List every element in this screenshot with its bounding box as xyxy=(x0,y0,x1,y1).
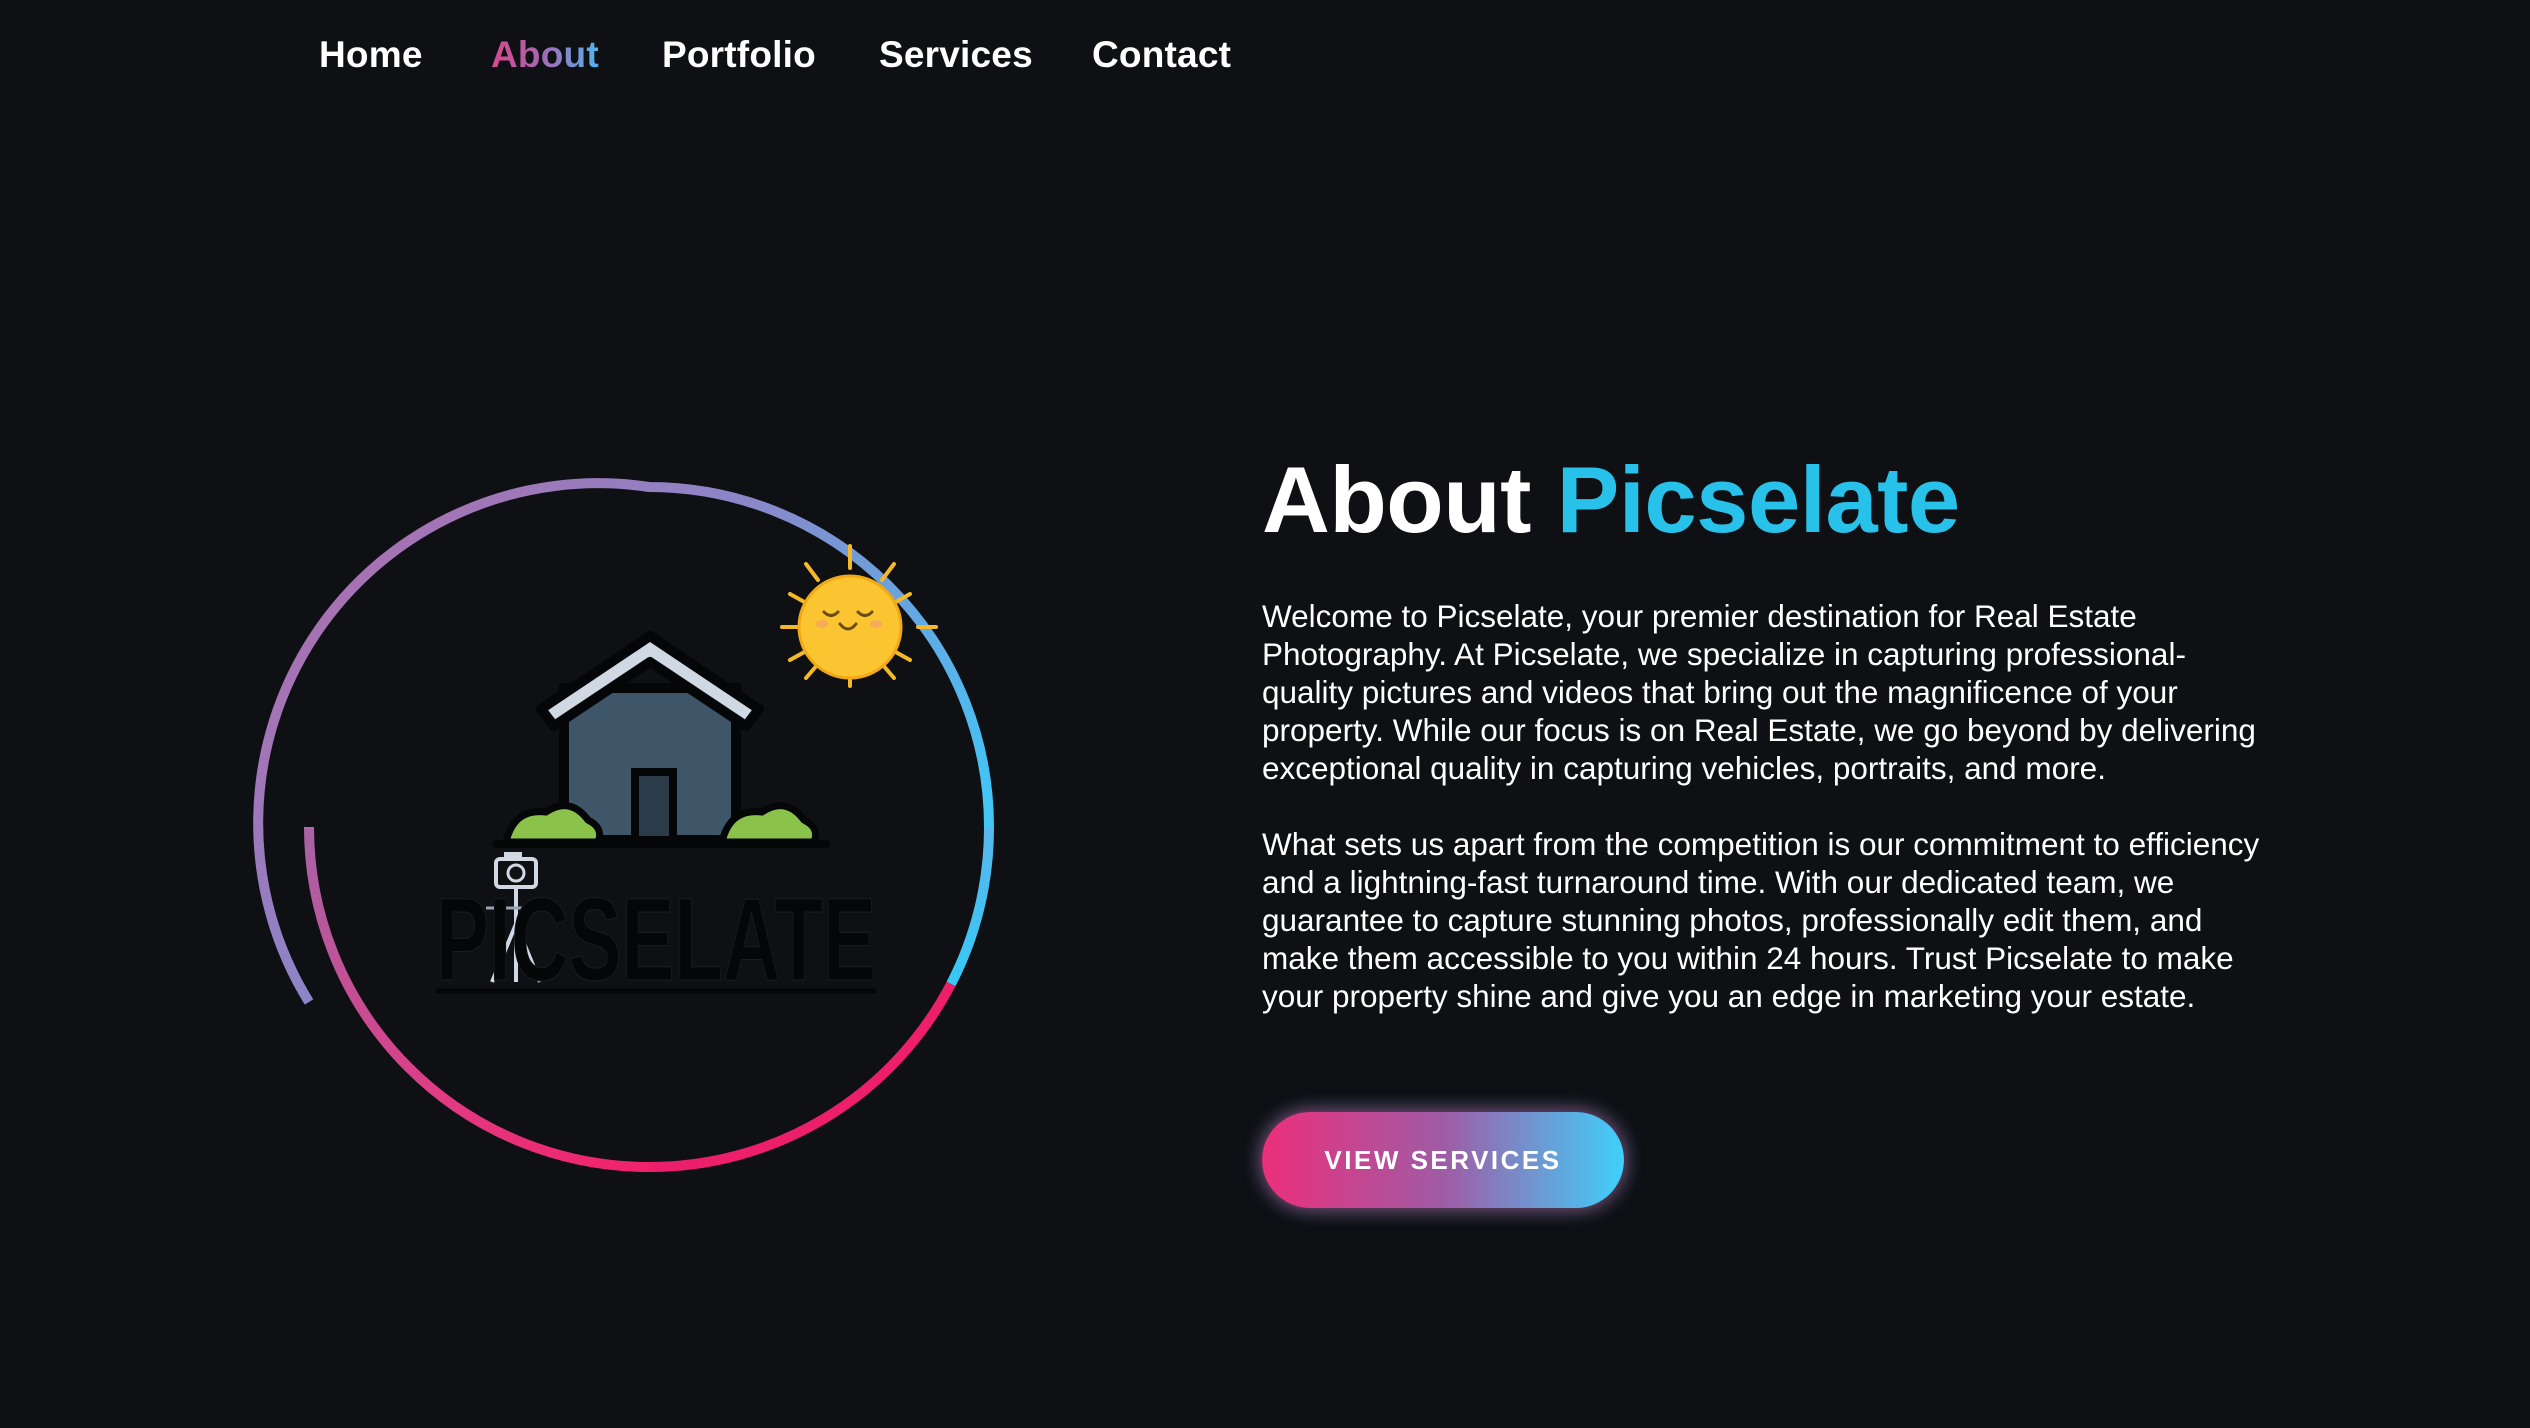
title-accent: Picselate xyxy=(1556,447,1961,552)
page-title: About Picselate xyxy=(1262,448,1960,551)
ring-arc-bottom xyxy=(648,981,956,1173)
logo-wordmark: PICSELATE xyxy=(436,874,876,1006)
intro-paragraph: Welcome to Picselate, your premier desti… xyxy=(1262,598,2256,786)
view-services-button[interactable]: VIEW SERVICES xyxy=(1262,1112,1624,1208)
nav-item-contact[interactable]: Contact xyxy=(1092,34,1231,76)
differentiator-paragraph: What sets us apart from the competition … xyxy=(1262,826,2260,1014)
title-prefix: About xyxy=(1262,447,1531,552)
ring-arc-right xyxy=(946,826,995,987)
logo-graphic: PICSELATE xyxy=(253,478,995,1173)
main-nav: Home About Portfolio Services Contact xyxy=(0,0,2530,120)
logo-circle: PICSELATE xyxy=(246,424,1052,1230)
nav-item-portfolio[interactable]: Portfolio xyxy=(662,34,816,76)
nav-item-about[interactable]: About xyxy=(491,34,599,76)
nav-item-home[interactable]: Home xyxy=(319,34,423,76)
nav-item-services[interactable]: Services xyxy=(879,34,1033,76)
